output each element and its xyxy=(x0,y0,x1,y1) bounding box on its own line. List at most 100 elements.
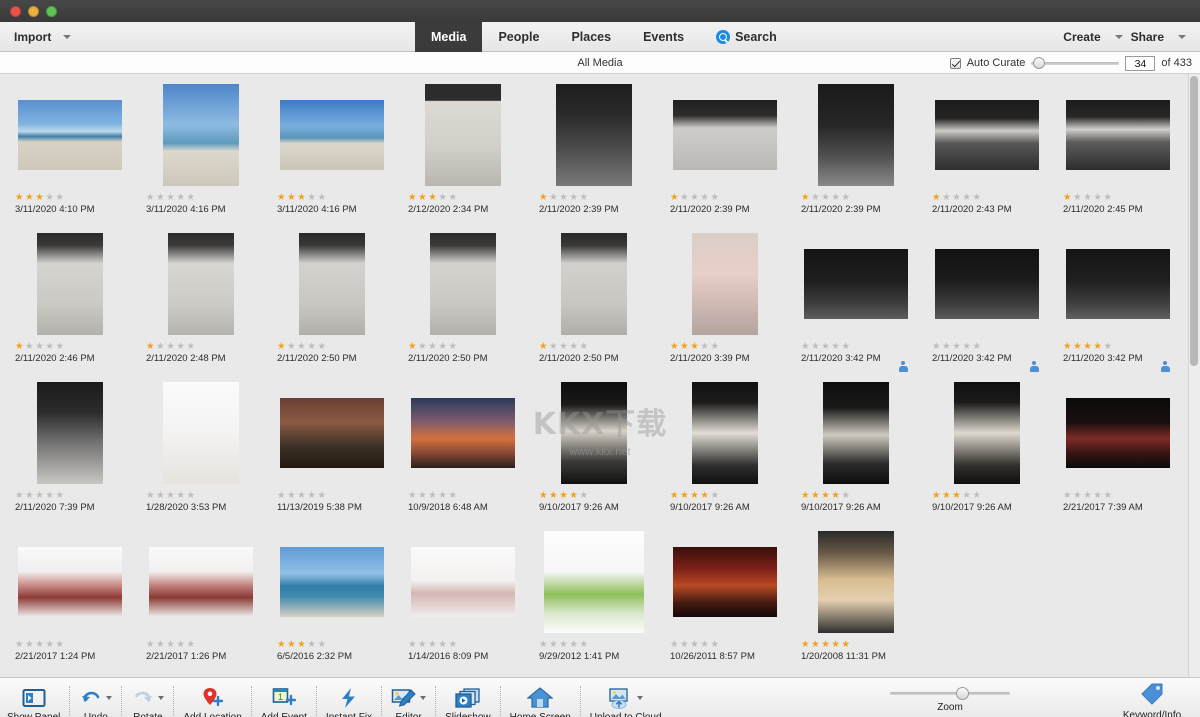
rating-star[interactable]: ★ xyxy=(176,490,186,501)
rating-star[interactable]: ★ xyxy=(932,192,942,203)
rating-stars[interactable]: ★★★★★ xyxy=(15,192,95,204)
import-chevron-down-icon[interactable] xyxy=(63,35,71,39)
rating-star[interactable]: ★ xyxy=(549,490,559,501)
thumbnail-container[interactable] xyxy=(273,378,391,488)
rating-stars[interactable]: ★★★★★ xyxy=(670,490,750,502)
thumbnail-container[interactable] xyxy=(666,229,784,339)
rating-star[interactable]: ★ xyxy=(801,341,811,352)
thumbnail-image[interactable] xyxy=(280,398,384,468)
rating-star[interactable]: ★ xyxy=(408,341,418,352)
thumbnail-image[interactable] xyxy=(299,233,365,335)
rating-star[interactable]: ★ xyxy=(952,490,962,501)
tab-people[interactable]: People xyxy=(482,22,555,52)
rating-stars[interactable]: ★★★★★ xyxy=(277,490,362,502)
rating-star[interactable]: ★ xyxy=(700,639,710,650)
rating-star[interactable]: ★ xyxy=(297,341,307,352)
rating-star[interactable]: ★ xyxy=(1093,192,1103,203)
rating-star[interactable]: ★ xyxy=(1063,192,1073,203)
zoom-control[interactable]: Zoom xyxy=(880,684,1020,713)
rating-star[interactable]: ★ xyxy=(821,639,831,650)
rating-star[interactable]: ★ xyxy=(408,490,418,501)
zoom-slider-track[interactable] xyxy=(890,692,1010,695)
thumbnail-container[interactable] xyxy=(273,527,391,637)
rating-star[interactable]: ★ xyxy=(287,341,297,352)
rating-star[interactable]: ★ xyxy=(842,639,852,650)
tab-media[interactable]: Media xyxy=(415,22,482,52)
thumbnail-container[interactable] xyxy=(404,378,522,488)
toolbar-button-add-event[interactable]: 1Add Event xyxy=(254,679,314,717)
thumbnail-image[interactable] xyxy=(673,547,777,617)
media-grid-item[interactable]: ★★★★★2/11/2020 3:42 PM xyxy=(1055,229,1186,378)
rating-star[interactable]: ★ xyxy=(297,192,307,203)
rating-stars[interactable]: ★★★★★ xyxy=(15,341,95,353)
rating-star[interactable]: ★ xyxy=(307,490,317,501)
tab-events[interactable]: Events xyxy=(627,22,700,52)
rating-star[interactable]: ★ xyxy=(428,490,438,501)
rating-stars[interactable]: ★★★★★ xyxy=(1063,341,1143,353)
rating-star[interactable]: ★ xyxy=(146,341,156,352)
rating-star[interactable]: ★ xyxy=(45,341,55,352)
rating-star[interactable]: ★ xyxy=(1083,192,1093,203)
rating-star[interactable]: ★ xyxy=(811,639,821,650)
rating-star[interactable]: ★ xyxy=(670,341,680,352)
thumbnail-container[interactable] xyxy=(11,229,129,339)
rating-stars[interactable]: ★★★★★ xyxy=(15,490,95,502)
rating-stars[interactable]: ★★★★★ xyxy=(539,192,619,204)
rating-star[interactable]: ★ xyxy=(408,639,418,650)
thumbnail-container[interactable] xyxy=(11,527,129,637)
close-window-button[interactable] xyxy=(10,6,21,17)
rating-star[interactable]: ★ xyxy=(418,639,428,650)
media-grid-item[interactable]: ★★★★★2/11/2020 2:50 PM xyxy=(269,229,400,378)
thumbnail-image[interactable] xyxy=(561,233,627,335)
share-menu-button[interactable]: Share xyxy=(1127,30,1168,44)
toolbar-button-home-screen[interactable]: Home Screen xyxy=(503,679,578,717)
grid-vertical-scrollbar[interactable] xyxy=(1188,74,1200,677)
rating-star[interactable]: ★ xyxy=(166,639,176,650)
rating-star[interactable]: ★ xyxy=(569,341,579,352)
rating-star[interactable]: ★ xyxy=(297,639,307,650)
rating-star[interactable]: ★ xyxy=(690,341,700,352)
rating-star[interactable]: ★ xyxy=(1104,490,1114,501)
rating-star[interactable]: ★ xyxy=(318,341,328,352)
rating-star[interactable]: ★ xyxy=(700,341,710,352)
rating-star[interactable]: ★ xyxy=(146,192,156,203)
rating-star[interactable]: ★ xyxy=(680,341,690,352)
media-grid-item[interactable]: ★★★★★2/12/2020 2:34 PM xyxy=(400,80,531,229)
rating-star[interactable]: ★ xyxy=(549,341,559,352)
rating-star[interactable]: ★ xyxy=(952,341,962,352)
rating-star[interactable]: ★ xyxy=(428,192,438,203)
thumbnail-image[interactable] xyxy=(425,84,501,186)
media-grid-item[interactable]: ★★★★★10/9/2018 6:48 AM xyxy=(400,378,531,527)
rating-star[interactable]: ★ xyxy=(166,490,176,501)
rating-star[interactable]: ★ xyxy=(318,639,328,650)
thumbnail-container[interactable] xyxy=(1059,80,1177,190)
zoom-slider-knob[interactable] xyxy=(956,687,969,700)
rating-stars[interactable]: ★★★★★ xyxy=(670,341,750,353)
rating-star[interactable]: ★ xyxy=(559,490,569,501)
rating-star[interactable]: ★ xyxy=(146,639,156,650)
rating-stars[interactable]: ★★★★★ xyxy=(932,192,1012,204)
thumbnail-image[interactable] xyxy=(411,547,515,617)
create-menu-button[interactable]: Create xyxy=(1059,30,1104,44)
rating-star[interactable]: ★ xyxy=(680,490,690,501)
thumbnail-image[interactable] xyxy=(280,100,384,170)
media-grid-item[interactable]: ★★★★★2/11/2020 2:39 PM xyxy=(793,80,924,229)
rating-star[interactable]: ★ xyxy=(25,490,35,501)
rating-star[interactable]: ★ xyxy=(156,341,166,352)
thumbnail-image[interactable] xyxy=(168,233,234,335)
rating-star[interactable]: ★ xyxy=(307,341,317,352)
rating-star[interactable]: ★ xyxy=(438,192,448,203)
rating-star[interactable]: ★ xyxy=(842,341,852,352)
rating-star[interactable]: ★ xyxy=(962,192,972,203)
rating-stars[interactable]: ★★★★★ xyxy=(408,490,488,502)
thumbnail-image[interactable] xyxy=(280,547,384,617)
rating-star[interactable]: ★ xyxy=(580,490,590,501)
thumbnail-image[interactable] xyxy=(556,84,632,186)
chevron-down-icon[interactable] xyxy=(106,696,112,700)
rating-star[interactable]: ★ xyxy=(1093,341,1103,352)
rating-star[interactable]: ★ xyxy=(45,490,55,501)
rating-star[interactable]: ★ xyxy=(1063,341,1073,352)
thumbnail-container[interactable] xyxy=(797,378,915,488)
thumbnail-container[interactable] xyxy=(273,229,391,339)
rating-star[interactable]: ★ xyxy=(801,490,811,501)
